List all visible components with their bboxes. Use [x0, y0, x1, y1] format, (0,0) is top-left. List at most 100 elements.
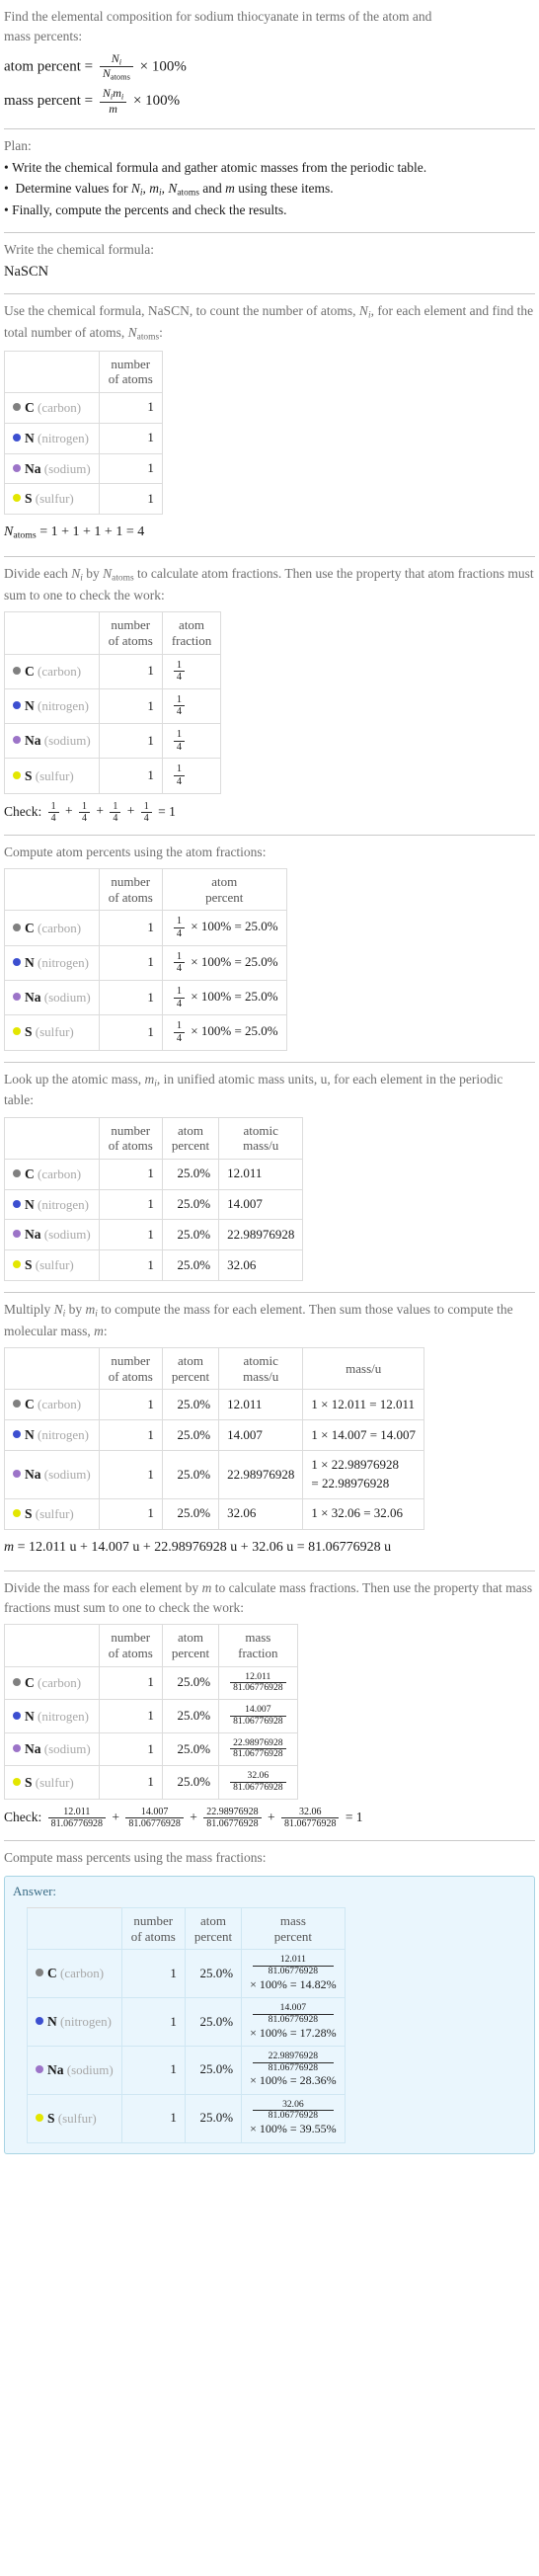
- table-row: C (carbon) 1 25.0% 12.011: [4, 1158, 304, 1190]
- element-symbol: N: [25, 430, 35, 445]
- element-full-name: (carbon): [34, 1397, 82, 1412]
- atom-percent-cell: 25.0%: [161, 1188, 220, 1221]
- element-name-cell: C (carbon): [4, 391, 100, 424]
- mass-calc-cell: 1 × 14.007 = 14.007: [302, 1419, 425, 1452]
- element-color-dot-icon: [13, 1470, 21, 1479]
- header-blank: [4, 350, 100, 393]
- atom-count-cell: 1: [98, 1731, 163, 1767]
- header-line-2: of atoms: [108, 1646, 153, 1661]
- header-mass-percent: mass percent: [241, 1907, 346, 1951]
- element-full-name: (sulfur): [32, 491, 74, 507]
- table-row: N (nitrogen) 1 25.0% 14.007 81.06776928: [4, 1699, 298, 1733]
- question-section: Find the elemental composition for sodiu…: [4, 0, 535, 126]
- atom-percent-cell: 25.0%: [161, 1731, 220, 1767]
- element-symbol: N: [47, 2014, 57, 2030]
- element-name-cell: C (carbon): [4, 1665, 100, 1701]
- plan-item: Finally, compute the percents and check …: [4, 201, 535, 221]
- mass-percent-expression: 22.98976928 81.06776928 × 100% = 28.36%: [250, 2050, 337, 2089]
- element-color-dot-icon: [13, 770, 21, 779]
- mass-percent-result: × 100% = 39.55%: [250, 2122, 337, 2136]
- element-name-cell: S (sulfur): [4, 1765, 100, 1800]
- element-symbol: Na: [25, 990, 41, 1006]
- mass-calc-line-2: = 22.98976928: [311, 1475, 390, 1490]
- atom-count-cell: 1: [98, 483, 163, 516]
- fraction-denominator: 81.06776928: [125, 1816, 184, 1829]
- atom-percent-cell: 25.0%: [161, 1450, 220, 1499]
- header-line-2: of atoms: [130, 1928, 176, 1944]
- mass-percent-prompt: Compute mass percents using the mass fra…: [4, 1850, 267, 1866]
- element-full-name: (nitrogen): [34, 954, 89, 970]
- mass-fraction-prompt: Divide the mass for each element by m to…: [4, 1579, 533, 1616]
- atom-count-cell: 1: [98, 723, 163, 760]
- mass-fraction-table: number of atoms atom percent mass fracti…: [4, 1624, 298, 1800]
- total-atoms-line: Natoms = 1 + 1 + 1 + 1 = 4: [4, 524, 145, 542]
- element-symbol: Na: [25, 1467, 41, 1483]
- mass-percent-formula: mass percent = Nimi m × 100%: [4, 86, 535, 116]
- table-row: Na (sodium) 1: [4, 452, 163, 485]
- element-name-cell: N (nitrogen): [4, 1699, 100, 1733]
- molecular-mass-table: number of atoms atom percent atomic mass…: [4, 1347, 425, 1530]
- atom-percent-calc-cell: 14 × 100% = 25.0%: [161, 979, 287, 1016]
- fraction-numerator: 22.98976928: [268, 2050, 319, 2061]
- table-row: C (carbon) 1 25.0% 12.011 81.06776928: [4, 1665, 298, 1701]
- element-color-dot-icon: [13, 1430, 21, 1439]
- answer-label[interactable]: Answer:: [13, 1883, 526, 1901]
- header-line-1: atom: [177, 1353, 203, 1369]
- header-line-2: percent: [171, 1368, 210, 1384]
- mass-percent-expression: 32.06 81.06776928 × 100% = 39.55%: [250, 2099, 337, 2137]
- atom-percent-table: number of atoms atom percent C (carbon) 1…: [4, 868, 287, 1051]
- header-line-2: fraction: [238, 1646, 278, 1661]
- header-line-1: number: [111, 617, 151, 633]
- element-full-name: (sulfur): [32, 767, 74, 783]
- fraction-denominator: 81.06776928: [47, 1816, 107, 1829]
- atom-percent-cell: 25.0%: [161, 1249, 220, 1282]
- plan-item: Write the chemical formula and gather at…: [4, 158, 535, 179]
- atom-count-cell: 1: [98, 653, 163, 689]
- atom-fraction-section: Divide each Ni by Natoms to calculate at…: [4, 557, 535, 833]
- atom-fraction-cell: 14: [161, 687, 222, 725]
- element-color-dot-icon: [36, 1969, 43, 1977]
- header-atom-percent: atom percent: [161, 1116, 220, 1160]
- atom-fraction-cell: 14: [161, 758, 222, 794]
- table-row: N (nitrogen) 1 25.0% 14.007 1 × 14.007 = 14.…: [4, 1419, 425, 1452]
- fraction: 14: [173, 951, 186, 975]
- atomic-mass-cell: 22.98976928: [218, 1219, 304, 1251]
- fraction-numerator: 12.011: [279, 1954, 306, 1966]
- fraction-numerator: 32.06: [247, 1770, 270, 1782]
- fraction-numerator: 14.007: [279, 2002, 307, 2014]
- element-symbol: Na: [47, 2061, 64, 2077]
- header-line-2: percent: [193, 1928, 233, 1944]
- fraction-denominator: 4: [173, 775, 186, 788]
- fraction: 14: [173, 729, 186, 753]
- atom-percent-calc-cell: 14 × 100% = 25.0%: [161, 1014, 287, 1051]
- atom-count-cell: 1: [98, 1219, 163, 1251]
- header-line-2: percent: [273, 1928, 312, 1944]
- element-symbol: C: [25, 920, 35, 935]
- mass-percent-calc-cell: 14.007 81.06776928 × 100% = 17.28%: [241, 1997, 346, 2047]
- atom-fraction-cell: 14: [161, 653, 222, 689]
- table-row: S (sulfur) 1: [4, 483, 163, 516]
- total-atoms-expression: = 1 + 1 + 1 + 1 = 4: [39, 524, 145, 540]
- fraction-numerator: 1: [176, 659, 183, 671]
- atom-percent-fraction: Ni Natoms: [99, 51, 133, 83]
- chemical-formula-section: Write the chemical formula: NaSCN: [4, 233, 535, 291]
- element-color-dot-icon: [13, 1260, 21, 1269]
- header-line-1: atom: [199, 1913, 226, 1929]
- mass-calc-line-1: 1 × 22.98976928: [311, 1457, 399, 1473]
- element-name-cell: C (carbon): [4, 1158, 100, 1190]
- fraction: 14.007 81.06776928: [253, 2002, 334, 2026]
- element-name-cell: N (nitrogen): [4, 944, 100, 981]
- plan-list: Write the chemical formula and gather at…: [4, 158, 535, 221]
- atom-count-cell: 1: [120, 2093, 186, 2143]
- header-mass-u: mass/u: [302, 1347, 425, 1391]
- atom-count-cell: 1: [98, 1665, 163, 1701]
- element-color-dot-icon: [13, 1744, 21, 1753]
- fraction-denominator: 4: [173, 927, 186, 940]
- element-name-cell: C (carbon): [4, 1389, 100, 1421]
- atom-percent-cell: 25.0%: [184, 2045, 243, 2095]
- atom-count-cell: 1: [98, 1158, 163, 1190]
- mass-fraction-cell: 22.98976928 81.06776928: [218, 1731, 298, 1767]
- element-color-dot-icon: [13, 1400, 21, 1409]
- element-symbol: Na: [25, 1741, 41, 1757]
- header-line-2: of atoms: [108, 889, 153, 905]
